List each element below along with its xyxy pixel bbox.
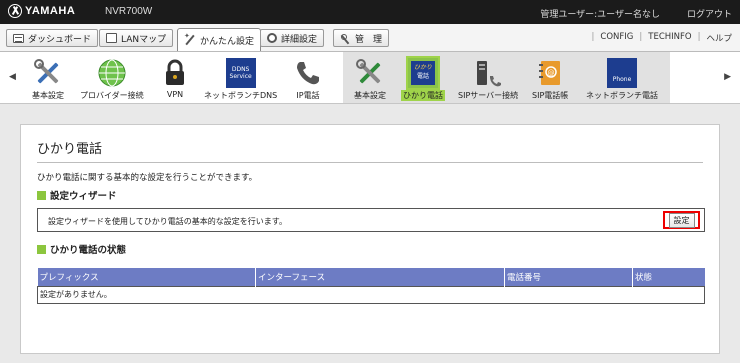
phonebook-icon: @ xyxy=(535,58,565,88)
config-link[interactable]: CONFIG xyxy=(600,32,633,44)
nav-sip-server[interactable]: SIPサーバー接続 xyxy=(458,58,518,101)
netvolante-phone-icon-text: Phone xyxy=(612,75,632,83)
nav-provider-connection[interactable]: プロバイダー接続 xyxy=(80,58,144,101)
nav-basic-settings-label: 基本設定 xyxy=(32,91,64,100)
top-bar: YAMAHA NVR700W 管理ユーザー:ユーザー名なし ログアウト xyxy=(0,0,740,24)
status-section-heading: ひかり電話の状態 xyxy=(37,242,126,256)
nav-ip-phone[interactable]: IP電話 xyxy=(293,58,323,101)
nav-vpn-label: VPN xyxy=(166,90,184,99)
wizard-setting-button[interactable]: 設定 xyxy=(663,211,700,229)
menu-easy-setup-tab[interactable]: かんたん設定 xyxy=(177,28,262,51)
page-title: ひかり電話 xyxy=(37,142,103,157)
wizard-box: 設定ウィザードを使用してひかり電話の基本的な設定を行います。 設定 xyxy=(37,208,705,232)
nav-sip-phonebook-label: SIP電話帳 xyxy=(532,91,569,100)
dns-icon-text: DDNS xyxy=(231,66,250,73)
carousel-next-arrow-icon[interactable]: ▶ xyxy=(724,72,731,82)
carousel-prev-arrow-icon[interactable]: ◀ xyxy=(9,72,16,82)
sip-server-icon xyxy=(473,58,503,88)
main-menu-bar: ダッシュボード LANマップ かんたん設定 詳細設定 管 理 | CONFIG … xyxy=(0,24,740,52)
logout-link[interactable]: ログアウト xyxy=(687,7,732,20)
nav-phone-basic-settings-label: 基本設定 xyxy=(354,91,386,100)
menu-advanced-label: 詳細設定 xyxy=(281,34,318,45)
col-interface: インターフェース xyxy=(255,268,505,286)
hikari-phone-icon: ひかり 電話 xyxy=(406,56,440,90)
techinfo-link[interactable]: TECHINFO xyxy=(648,32,691,44)
nav-netvolante-phone-label: ネットボランチ電話 xyxy=(586,91,658,100)
menu-management-button[interactable]: 管 理 xyxy=(333,29,390,47)
yamaha-logo: YAMAHA xyxy=(8,4,75,18)
lan-map-icon xyxy=(106,33,117,43)
page-description: ひかり電話に関する基本的な設定を行うことができます。 xyxy=(37,173,258,183)
nav-hikari-phone[interactable]: ひかり 電話 ひかり電話 xyxy=(401,56,445,101)
gear-icon xyxy=(267,33,277,43)
nav-netvolante-phone[interactable]: Phone ネットボランチ電話 xyxy=(586,58,658,101)
help-link[interactable]: ヘルプ xyxy=(706,32,732,44)
col-prefix: プレフィックス xyxy=(37,268,256,286)
nav-sip-server-label: SIPサーバー接続 xyxy=(458,91,519,100)
nav-netvolante-dns[interactable]: DDNS Service ネットボランチDNS xyxy=(204,58,277,101)
empty-message: 設定がありません。 xyxy=(37,285,705,304)
col-status: 状態 xyxy=(632,268,705,286)
tools-icon xyxy=(33,58,63,88)
nav-provider-connection-label: プロバイダー接続 xyxy=(80,91,144,100)
menu-lan-map-button[interactable]: LANマップ xyxy=(99,29,174,47)
col-phone-number: 電話番号 xyxy=(504,268,633,286)
status-heading-text: ひかり電話の状態 xyxy=(50,245,127,256)
nav-phone-basic-settings[interactable]: 基本設定 xyxy=(354,58,386,101)
table-row: 設定がありません。 xyxy=(37,285,705,304)
yamaha-logo-icon xyxy=(8,4,22,18)
phone-icon xyxy=(293,58,323,88)
wizard-heading-text: 設定ウィザード xyxy=(50,191,117,202)
wizard-icon xyxy=(184,32,196,46)
hikari-icon-subtext: 電話 xyxy=(416,73,429,80)
wizard-description: 設定ウィザードを使用してひかり電話の基本的な設定を行います。 xyxy=(48,217,287,226)
menu-dashboard-button[interactable]: ダッシュボード xyxy=(6,29,99,47)
menu-lan-map-label: LANマップ xyxy=(121,34,167,45)
icon-carousel: ◀ ▶ 基本設定 プロバイダー接続 VPN DDNS Service ネットボラ… xyxy=(0,52,740,104)
nav-hikari-phone-label: ひかり電話 xyxy=(401,90,445,101)
nav-vpn[interactable]: VPN xyxy=(160,58,190,99)
content-panel: ひかり電話 ひかり電話に関する基本的な設定を行うことができます。 設定ウィザード… xyxy=(20,124,720,354)
title-divider xyxy=(37,162,703,163)
menu-dashboard-label: ダッシュボード xyxy=(28,34,92,45)
tools-icon xyxy=(355,58,385,88)
section-square-icon xyxy=(37,244,46,254)
menu-right-links: | CONFIG | TECHINFO | ヘルプ xyxy=(591,32,732,44)
hikari-status-table: プレフィックス インターフェース 電話番号 状態 設定がありません。 xyxy=(37,268,705,304)
tool-icon xyxy=(340,33,351,43)
dns-icon-subtext: Service xyxy=(229,73,252,80)
nav-ip-phone-label: IP電話 xyxy=(296,91,320,100)
section-square-icon xyxy=(37,190,46,200)
menu-easy-setup-label: かんたん設定 xyxy=(200,36,255,47)
logo-text: YAMAHA xyxy=(25,5,76,17)
dns-icon: DDNS Service xyxy=(225,58,256,88)
setting-button-label: 設定 xyxy=(668,212,695,228)
nav-sip-phonebook[interactable]: @ SIP電話帳 xyxy=(532,58,568,101)
netvolante-phone-icon: Phone xyxy=(607,58,637,88)
wizard-section-heading: 設定ウィザード xyxy=(37,188,117,202)
user-info: 管理ユーザー:ユーザー名なし xyxy=(540,10,660,20)
menu-management-label: 管 理 xyxy=(355,34,383,45)
menu-advanced-button[interactable]: 詳細設定 xyxy=(260,29,325,47)
hikari-icon-text: ひかり xyxy=(413,64,432,71)
nav-netvolante-dns-label: ネットボランチDNS xyxy=(204,91,278,100)
svg-text:@: @ xyxy=(548,69,555,77)
dashboard-icon xyxy=(13,33,24,43)
nav-basic-settings[interactable]: 基本設定 xyxy=(32,58,64,101)
globe-icon xyxy=(97,58,127,88)
vpn-lock-icon xyxy=(160,58,190,88)
model-name: NVR700W xyxy=(105,6,153,17)
